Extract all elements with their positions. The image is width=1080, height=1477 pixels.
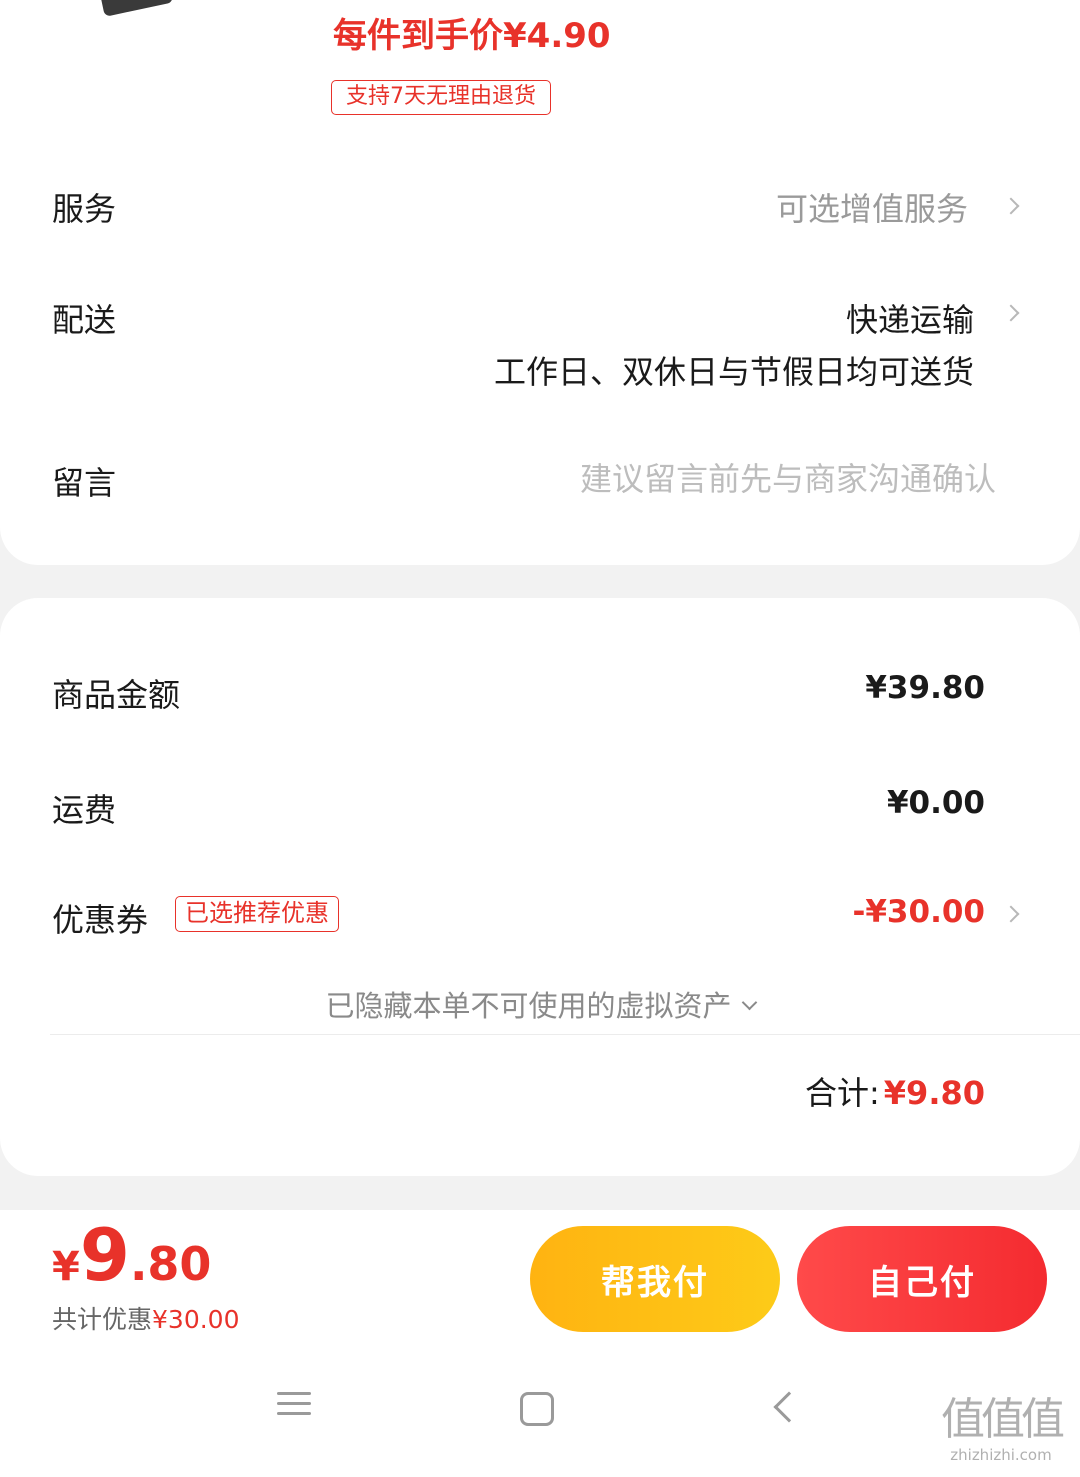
pay-currency: ¥: [52, 1244, 80, 1290]
coupon-badge: 已选推荐优惠: [175, 896, 339, 932]
return-policy-badge: 支持7天无理由退货: [331, 80, 551, 115]
total-label: 合计:: [804, 1074, 880, 1112]
shipping-value: ¥0.00: [886, 785, 985, 821]
coupon-label: 优惠券: [52, 901, 149, 939]
pay-price: ¥9.80: [52, 1213, 211, 1297]
watermark-logo: 值值值: [941, 1394, 1065, 1445]
hidden-assets-toggle[interactable]: 已隐藏本单不可使用的虚拟资产: [0, 983, 1080, 1025]
watermark: 值值值 zhizhizhi.com: [926, 1395, 1076, 1470]
service-option[interactable]: 可选增值服务: [776, 184, 968, 230]
message-label: 留言: [52, 464, 117, 502]
delivery-method[interactable]: 快递运输: [846, 295, 974, 341]
goods-amount-value: ¥39.80: [865, 670, 985, 706]
saving-value: ¥30.00: [152, 1305, 240, 1334]
total-value: ¥9.80: [883, 1074, 985, 1112]
unit-price: 每件到手价¥4.90: [333, 16, 611, 56]
home-icon[interactable]: [520, 1392, 554, 1426]
delivery-label: 配送: [52, 301, 117, 339]
saving-label: 共计优惠: [52, 1305, 153, 1334]
service-label: 服务: [52, 190, 117, 228]
pay-price-int: 9: [79, 1213, 130, 1297]
coupon-value[interactable]: -¥30.00: [853, 894, 986, 930]
pay-price-dec: .80: [129, 1237, 212, 1291]
pay-myself-button[interactable]: 自己付: [797, 1226, 1047, 1332]
divider: [50, 1034, 1080, 1035]
total-saving: 共计优惠¥30.00: [52, 1300, 240, 1336]
message-input[interactable]: [476, 455, 996, 503]
watermark-url: zhizhizhi.com: [950, 1446, 1052, 1464]
total-row: 合计: ¥9.80: [805, 1068, 985, 1114]
product-thumbnail: [96, 0, 174, 17]
help-me-pay-button[interactable]: 帮我付: [530, 1226, 780, 1332]
delivery-note: 工作日、双休日与节假日均可送货: [493, 353, 974, 391]
chevron-down-icon: [741, 994, 757, 1011]
shipping-label: 运费: [52, 791, 117, 829]
hidden-assets-text: 已隐藏本单不可使用的虚拟资产: [325, 989, 732, 1023]
goods-amount-label: 商品金额: [52, 676, 181, 714]
menu-icon[interactable]: [277, 1385, 311, 1435]
